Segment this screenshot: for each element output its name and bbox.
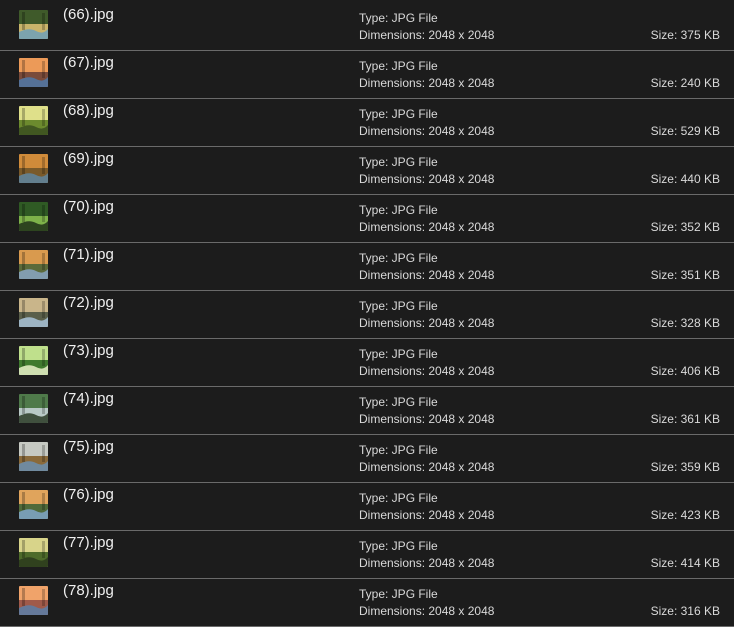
file-dimensions: Dimensions: 2048 x 2048 (359, 460, 495, 474)
file-dimensions: Dimensions: 2048 x 2048 (359, 268, 495, 282)
file-dimensions: Dimensions: 2048 x 2048 (359, 364, 495, 378)
file-size: Size: 352 KB (650, 220, 720, 234)
file-row[interactable]: (78).jpg Type: JPG File Dimensions: 2048 x… (0, 578, 734, 627)
file-size: Size: 440 KB (650, 172, 720, 186)
forest-stream-thumbnail (19, 10, 48, 39)
file-type: Type: JPG File (359, 155, 438, 169)
file-name: (78).jpg (63, 582, 114, 599)
file-row[interactable]: (72).jpg Type: JPG File Dimensions: 2048 x… (0, 290, 734, 339)
file-dimensions: Dimensions: 2048 x 2048 (359, 28, 495, 42)
file-name: (68).jpg (63, 102, 114, 119)
file-row[interactable]: (77).jpg Type: JPG File Dimensions: 2048 x… (0, 530, 734, 579)
file-name: (73).jpg (63, 342, 114, 359)
file-list: (66).jpg Type: JPG File Dimensions: 2048 x… (0, 0, 734, 627)
file-size: Size: 316 KB (650, 604, 720, 618)
file-dimensions: Dimensions: 2048 x 2048 (359, 316, 495, 330)
file-name: (69).jpg (63, 150, 114, 167)
file-row[interactable]: (70).jpg Type: JPG File Dimensions: 2048 x… (0, 194, 734, 243)
golden-valley-thumbnail (19, 250, 48, 279)
file-name: (67).jpg (63, 54, 114, 71)
file-size: Size: 240 KB (650, 76, 720, 90)
misty-lake-thumbnail (19, 298, 48, 327)
file-size: Size: 361 KB (650, 412, 720, 426)
file-name: (76).jpg (63, 486, 114, 503)
file-type: Type: JPG File (359, 395, 438, 409)
file-type: Type: JPG File (359, 587, 438, 601)
file-type: Type: JPG File (359, 251, 438, 265)
bright-meadow-thumbnail (19, 346, 48, 375)
file-size: Size: 359 KB (650, 460, 720, 474)
forest-waterfall-thumbnail (19, 394, 48, 423)
file-name: (71).jpg (63, 246, 114, 263)
river-bend-thumbnail (19, 442, 48, 471)
file-dimensions: Dimensions: 2048 x 2048 (359, 124, 495, 138)
file-size: Size: 529 KB (650, 124, 720, 138)
file-row[interactable]: (75).jpg Type: JPG File Dimensions: 2048 x… (0, 434, 734, 483)
file-name: (77).jpg (63, 534, 114, 551)
file-type: Type: JPG File (359, 11, 438, 25)
file-row[interactable]: (74).jpg Type: JPG File Dimensions: 2048 x… (0, 386, 734, 435)
file-size: Size: 351 KB (650, 268, 720, 282)
file-dimensions: Dimensions: 2048 x 2048 (359, 556, 495, 570)
file-type: Type: JPG File (359, 539, 438, 553)
tall-trees-thumbnail (19, 538, 48, 567)
file-type: Type: JPG File (359, 203, 438, 217)
file-type: Type: JPG File (359, 107, 438, 121)
file-name: (72).jpg (63, 294, 114, 311)
file-dimensions: Dimensions: 2048 x 2048 (359, 604, 495, 618)
file-dimensions: Dimensions: 2048 x 2048 (359, 76, 495, 90)
file-type: Type: JPG File (359, 59, 438, 73)
file-row[interactable]: (76).jpg Type: JPG File Dimensions: 2048 x… (0, 482, 734, 531)
mountain-lake-thumbnail (19, 490, 48, 519)
file-size: Size: 414 KB (650, 556, 720, 570)
file-name: (74).jpg (63, 390, 114, 407)
file-size: Size: 375 KB (650, 28, 720, 42)
file-size: Size: 406 KB (650, 364, 720, 378)
file-dimensions: Dimensions: 2048 x 2048 (359, 508, 495, 522)
sunset-shore-thumbnail (19, 586, 48, 615)
file-name: (75).jpg (63, 438, 114, 455)
file-row[interactable]: (71).jpg Type: JPG File Dimensions: 2048 x… (0, 242, 734, 291)
autumn-river-thumbnail (19, 154, 48, 183)
file-name: (66).jpg (63, 6, 114, 23)
file-row[interactable]: (67).jpg Type: JPG File Dimensions: 2048 x… (0, 50, 734, 99)
file-dimensions: Dimensions: 2048 x 2048 (359, 412, 495, 426)
file-type: Type: JPG File (359, 491, 438, 505)
file-type: Type: JPG File (359, 347, 438, 361)
sunlit-forest-thumbnail (19, 106, 48, 135)
file-name: (70).jpg (63, 198, 114, 215)
green-forest-path-thumbnail (19, 202, 48, 231)
file-dimensions: Dimensions: 2048 x 2048 (359, 220, 495, 234)
file-size: Size: 423 KB (650, 508, 720, 522)
file-row[interactable]: (68).jpg Type: JPG File Dimensions: 2048 x… (0, 98, 734, 147)
file-row[interactable]: (69).jpg Type: JPG File Dimensions: 2048 x… (0, 146, 734, 195)
file-size: Size: 328 KB (650, 316, 720, 330)
file-type: Type: JPG File (359, 443, 438, 457)
sunset-lake-thumbnail (19, 58, 48, 87)
file-row[interactable]: (73).jpg Type: JPG File Dimensions: 2048 x… (0, 338, 734, 387)
file-dimensions: Dimensions: 2048 x 2048 (359, 172, 495, 186)
file-row[interactable]: (66).jpg Type: JPG File Dimensions: 2048 x… (0, 2, 734, 51)
file-type: Type: JPG File (359, 299, 438, 313)
